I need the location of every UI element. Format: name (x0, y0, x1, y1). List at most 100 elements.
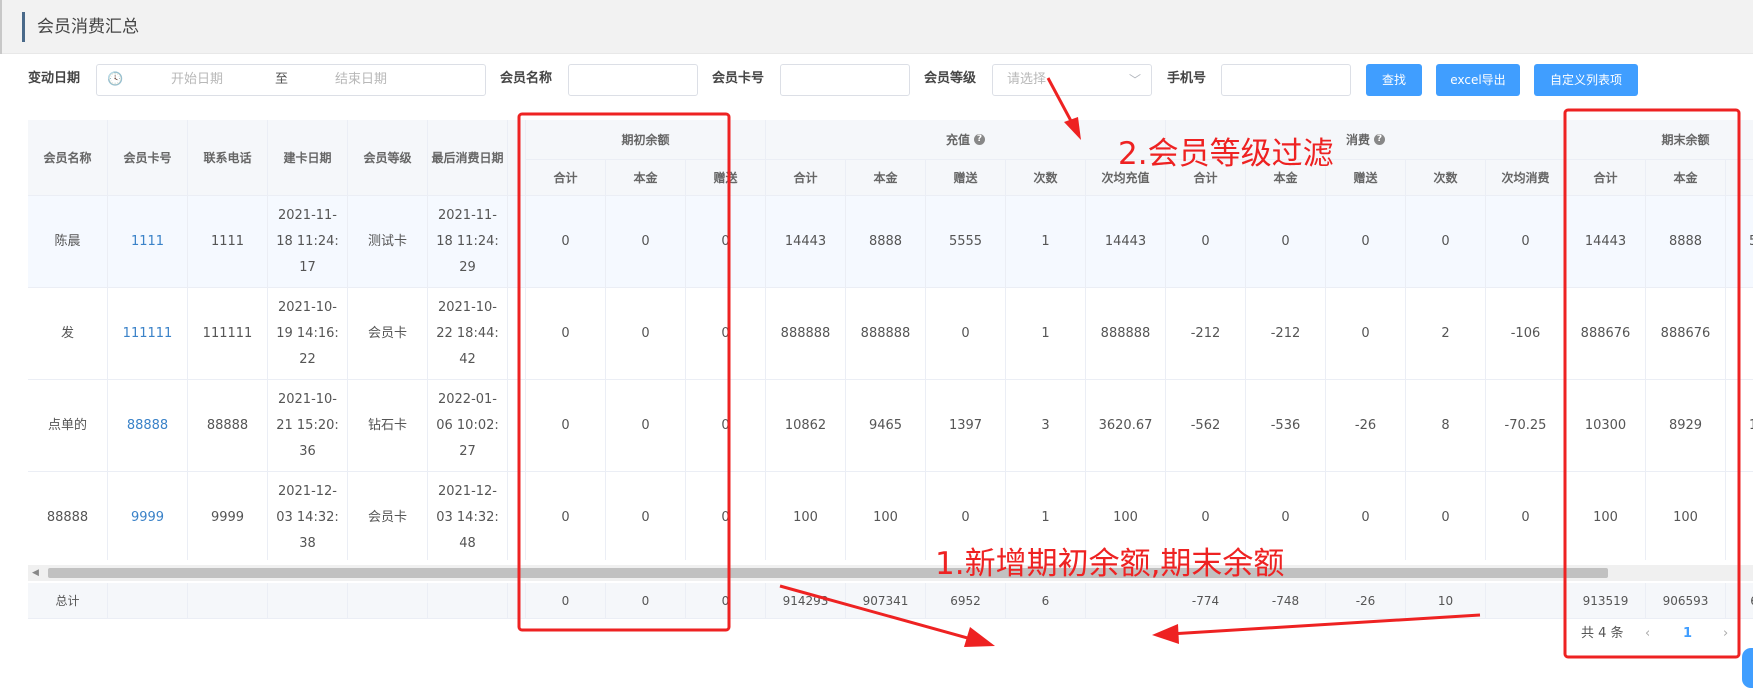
header-member-name: 会员名称 (28, 120, 108, 196)
cell-value: -26 (1326, 380, 1406, 472)
cell-value: -562 (1166, 380, 1246, 472)
pagination-prev-button[interactable]: ‹ (1645, 620, 1650, 648)
header-opening-balance: 期初余额 (526, 120, 766, 160)
total-value: 6952 (926, 583, 1006, 619)
cell-level: 会员卡 (348, 472, 428, 560)
phone-input[interactable] (1221, 64, 1351, 96)
date-range-separator: 至 (275, 72, 289, 87)
cell-value: 14443 (1566, 196, 1646, 288)
subheader-principal: 本金 (846, 160, 926, 196)
total-empty (188, 583, 268, 619)
cell-value: 8888 (846, 196, 926, 288)
help-float-button[interactable] (1742, 648, 1753, 688)
cell-value: -212 (1246, 288, 1326, 380)
cell-value: 10300 (1566, 380, 1646, 472)
total-value: 6926 (1726, 583, 1753, 619)
cell-card-link[interactable]: 111111 (108, 288, 188, 380)
scroll-left-arrow-icon[interactable]: ◀ (32, 565, 39, 581)
cell-value: 0 (526, 196, 606, 288)
table-horizontal-scrollbar[interactable]: ◀ (28, 565, 1753, 581)
total-empty (108, 583, 188, 619)
cell-value: 0 (686, 288, 766, 380)
annotation-arrow-1a-head (964, 627, 995, 647)
cell-value: -70.25 (1486, 380, 1566, 472)
help-icon[interactable]: ? (1374, 134, 1385, 145)
cell-level: 钻石卡 (348, 380, 428, 472)
page-title: 会员消费汇总 (22, 12, 139, 42)
scrollbar-thumb[interactable] (48, 568, 1608, 578)
cell-value: 0 (1326, 288, 1406, 380)
cell-value: 0 (526, 288, 606, 380)
cell-value: 0 (1326, 196, 1406, 288)
custom-columns-button[interactable]: 自定义列表项 (1534, 64, 1638, 96)
total-value (1086, 583, 1166, 619)
pagination-page-1[interactable]: 1 (1683, 620, 1692, 648)
subheader-gift: 赠送 (1726, 160, 1753, 196)
cell-value: -106 (1486, 288, 1566, 380)
cell-value: 0 (686, 472, 766, 560)
cell-value: 0 (686, 196, 766, 288)
header-recharge: 充值? (766, 120, 1166, 160)
subheader-principal: 本金 (1646, 160, 1726, 196)
total-spacer (508, 583, 526, 619)
cell-create-date: 2021-12-03 14:32:38 (268, 472, 348, 560)
cell-value: 3 (1006, 380, 1086, 472)
cell-value: -212 (1166, 288, 1246, 380)
clock-icon: 🕓 (107, 72, 124, 87)
cell-card-link[interactable]: 9999 (108, 472, 188, 560)
annotation-arrow-1b-head (1152, 624, 1179, 644)
cell-level: 测试卡 (348, 196, 428, 288)
end-date-input[interactable]: 结束日期 (335, 65, 387, 95)
cell-value: 100 (1566, 472, 1646, 560)
total-empty (348, 583, 428, 619)
header-spacer (508, 120, 526, 196)
cell-value: 100 (1646, 472, 1726, 560)
cell-member-name: 点单的 (28, 380, 108, 472)
cell-value: 888676 (1566, 288, 1646, 380)
search-button[interactable]: 查找 (1366, 64, 1422, 96)
member-card-label: 会员卡号 (712, 71, 765, 86)
date-range-picker[interactable]: 🕓 开始日期 至 结束日期 (96, 64, 486, 96)
window-edge (0, 0, 2, 54)
member-name-label: 会员名称 (500, 71, 553, 86)
phone-label: 手机号 (1167, 71, 1207, 86)
cell-card-link[interactable]: 88888 (108, 380, 188, 472)
excel-export-button[interactable]: excel导出 (1436, 64, 1520, 96)
annotation-label-1: 1.新增期初余额,期末余额 (935, 546, 1285, 582)
subheader-total: 合计 (766, 160, 846, 196)
cell-value: 0 (606, 380, 686, 472)
cell-value: 5555 (926, 196, 1006, 288)
cell-spacer (508, 196, 526, 288)
member-name-input[interactable] (568, 64, 698, 96)
total-value: -748 (1246, 583, 1326, 619)
cell-value: 888888 (766, 288, 846, 380)
cell-value: 888676 (1646, 288, 1726, 380)
member-level-select[interactable]: 请选择 ﹀ (992, 64, 1152, 96)
cell-value: 0 (526, 472, 606, 560)
cell-last-date: 2021-10-22 18:44:42 (428, 288, 508, 380)
cell-last-date: 2021-11-18 11:24:29 (428, 196, 508, 288)
cell-value: 0 (606, 196, 686, 288)
subheader-gift: 赠送 (686, 160, 766, 196)
cell-spacer (508, 288, 526, 380)
help-icon[interactable]: ? (974, 134, 985, 145)
subheader-principal: 本金 (606, 160, 686, 196)
cell-value: 0 (1726, 288, 1753, 380)
pagination-next-button[interactable]: › (1723, 620, 1728, 648)
member-card-input[interactable] (780, 64, 910, 96)
cell-card-link[interactable]: 1111 (108, 196, 188, 288)
cell-value: 3620.67 (1086, 380, 1166, 472)
cell-value: 0 (926, 288, 1006, 380)
total-value: 6 (1006, 583, 1086, 619)
total-value: 914293 (766, 583, 846, 619)
member-level-placeholder: 请选择 (1007, 72, 1047, 87)
cell-value: 0 (1486, 472, 1566, 560)
cell-value: 100 (846, 472, 926, 560)
cell-value: 0 (1726, 472, 1753, 560)
cell-value: 14443 (766, 196, 846, 288)
start-date-input[interactable]: 开始日期 (171, 65, 223, 95)
cell-phone: 88888 (188, 380, 268, 472)
cell-value: 0 (526, 380, 606, 472)
chevron-down-icon: ﹀ (1128, 73, 1141, 87)
total-value: -774 (1166, 583, 1246, 619)
